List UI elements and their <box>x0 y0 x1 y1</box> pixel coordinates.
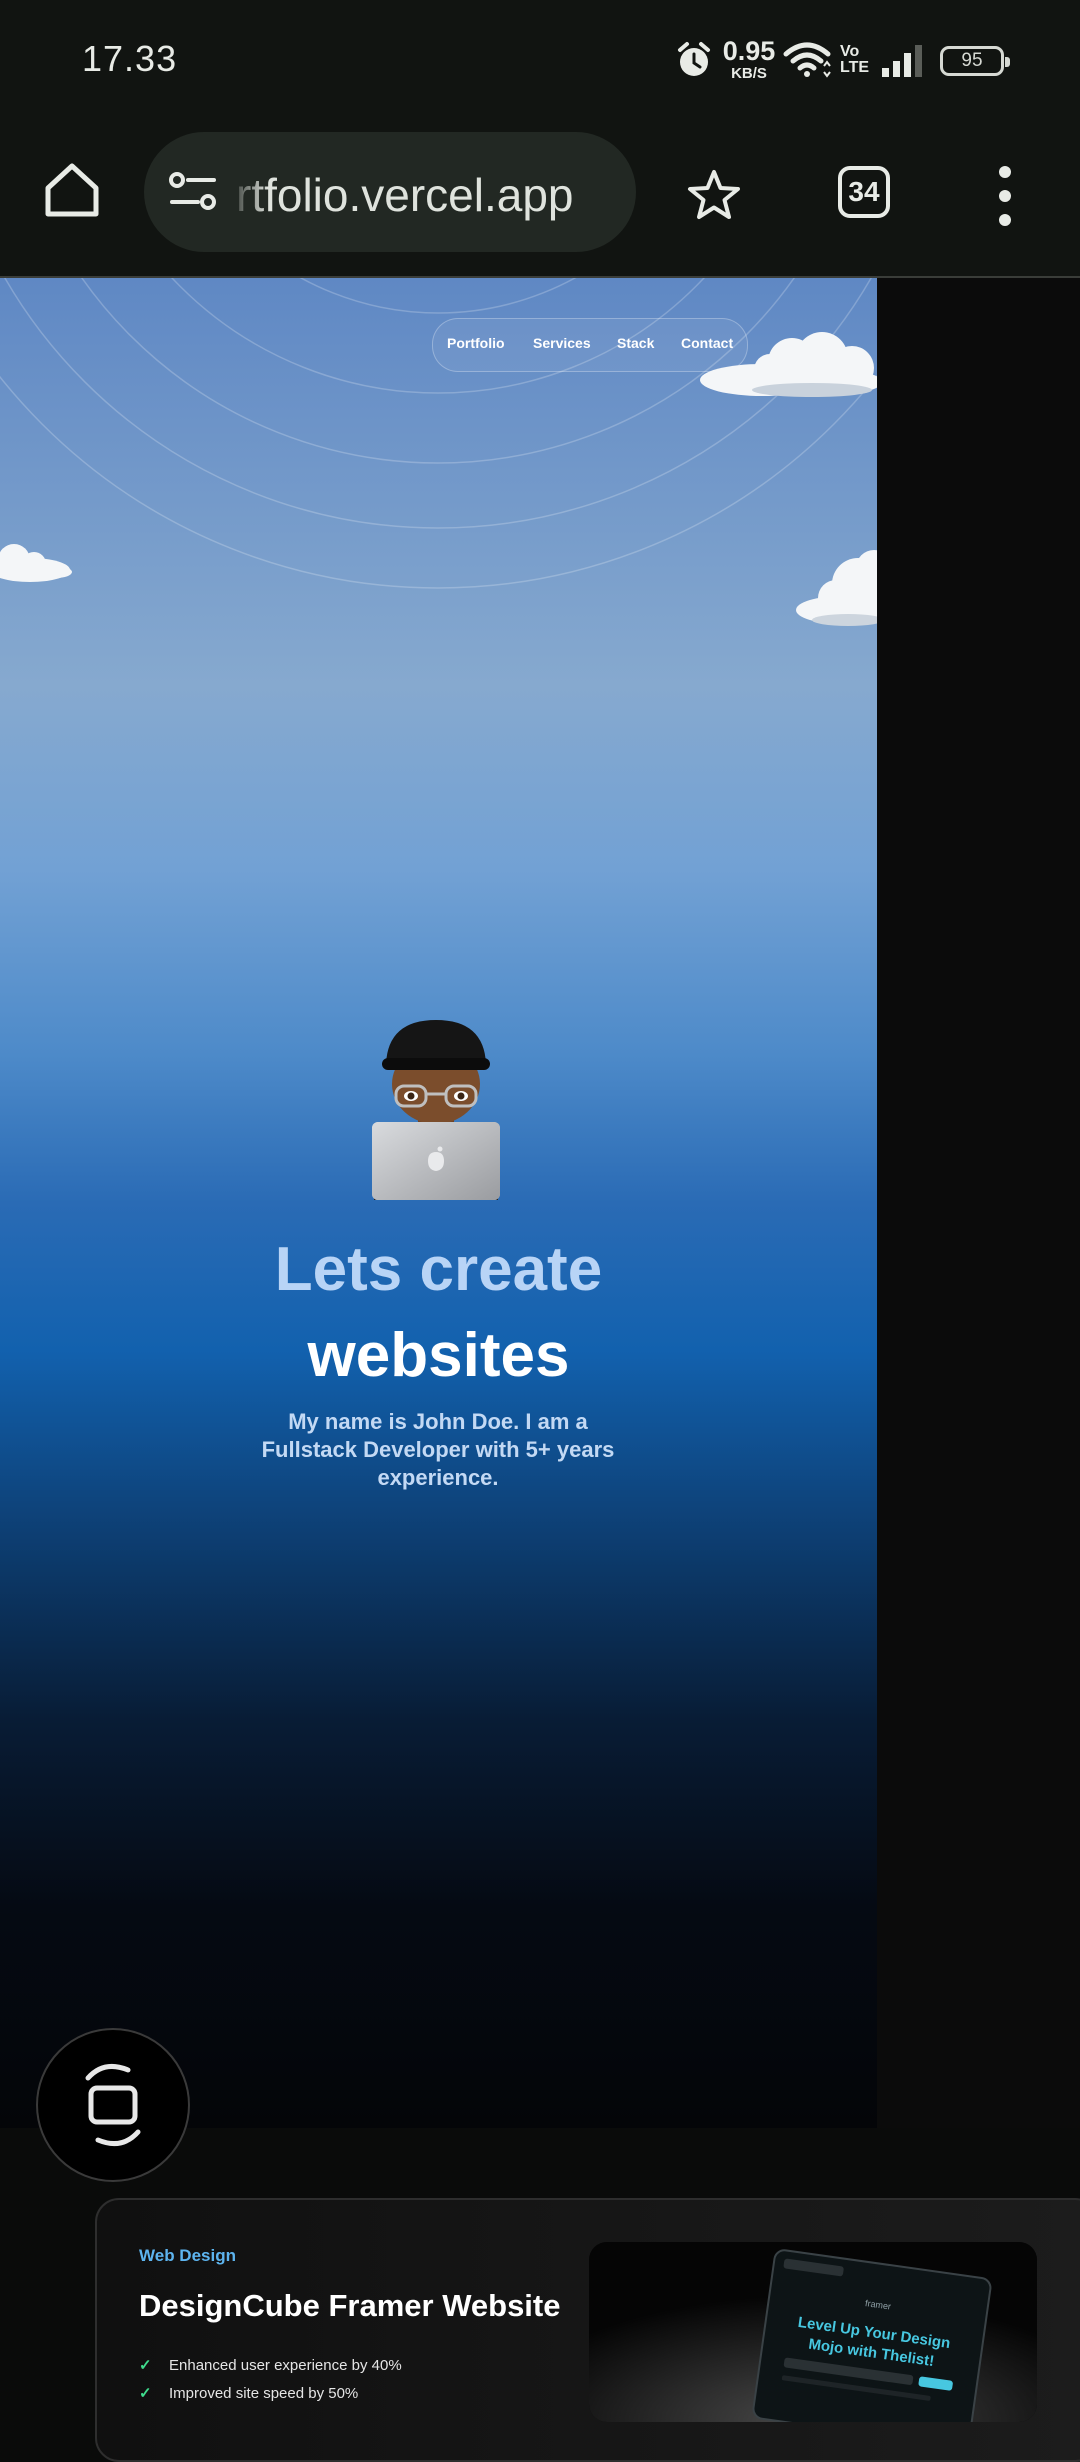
battery-icon: 95 <box>940 46 1010 76</box>
volte-indicator: Vo LTE <box>840 43 870 76</box>
network-speed: 0.95 KB/S <box>722 36 776 82</box>
cloud-mid-right <box>796 550 877 626</box>
project-feature: ✓ Enhanced user experience by 40% <box>139 2356 402 2374</box>
network-speed-value: 0.95 <box>722 36 776 66</box>
project-preview-image: framer Level Up Your Design Mojo with Th… <box>589 2242 1037 2422</box>
nav-services[interactable]: Services <box>533 335 591 351</box>
project-preview-graphic: framer Level Up Your Design Mojo with Th… <box>589 2242 1037 2422</box>
project-tag: Web Design <box>139 2246 236 2265</box>
check-icon: ✓ <box>139 2385 152 2402</box>
rotate-button[interactable] <box>36 2028 190 2182</box>
hero-title-line2: websites <box>307 1321 570 1390</box>
tabs-icon[interactable]: 34 <box>838 166 890 218</box>
nav-stack[interactable]: Stack <box>617 335 654 351</box>
check-icon: ✓ <box>139 2357 152 2374</box>
home-icon[interactable] <box>40 158 104 222</box>
web-page: Portfolio Services Stack Contact Lets cr… <box>0 278 877 2128</box>
volte-line2: LTE <box>840 59 870 76</box>
rotate-icon <box>85 2063 141 2147</box>
hero-title-line1: Lets create <box>274 1235 603 1304</box>
url-fade <box>228 152 268 232</box>
signal-icon <box>882 45 922 77</box>
volte-line1: Vo <box>840 43 860 60</box>
status-time: 17.33 <box>82 38 178 79</box>
project-feature: ✓ Improved site speed by 50% <box>139 2384 358 2402</box>
avatar-memoji <box>372 1020 500 1200</box>
browser-toolbar: rtfolio.vercel.app 34 <box>0 120 1080 278</box>
status-bar: 17.33 0.95 KB/S Vo LTE 95 <box>0 0 1080 120</box>
project-title: DesignCube Framer Website <box>139 2288 561 2323</box>
nav-portfolio[interactable]: Portfolio <box>447 335 505 351</box>
star-icon[interactable] <box>684 166 744 226</box>
project-feature-text: Enhanced user experience by 40% <box>169 2357 402 2374</box>
network-speed-unit: KB/S <box>731 65 767 82</box>
url-text[interactable]: rtfolio.vercel.app <box>236 168 574 222</box>
address-bar[interactable]: rtfolio.vercel.app <box>144 132 636 252</box>
project-card[interactable]: Web Design DesignCube Framer Website ✓ En… <box>95 2198 1080 2462</box>
cloud-top-right <box>700 332 877 397</box>
alarm-icon <box>678 42 710 76</box>
project-feature-text: Improved site speed by 50% <box>169 2385 359 2402</box>
page-overflow-area <box>877 278 1080 2128</box>
hero-subtitle: My name is John Doe. I am a Fullstack De… <box>261 1409 615 1490</box>
more-vert-icon[interactable] <box>990 164 1020 228</box>
site-info-icon[interactable] <box>168 170 218 214</box>
wifi-icon <box>783 42 831 78</box>
cloud-left <box>0 544 72 582</box>
